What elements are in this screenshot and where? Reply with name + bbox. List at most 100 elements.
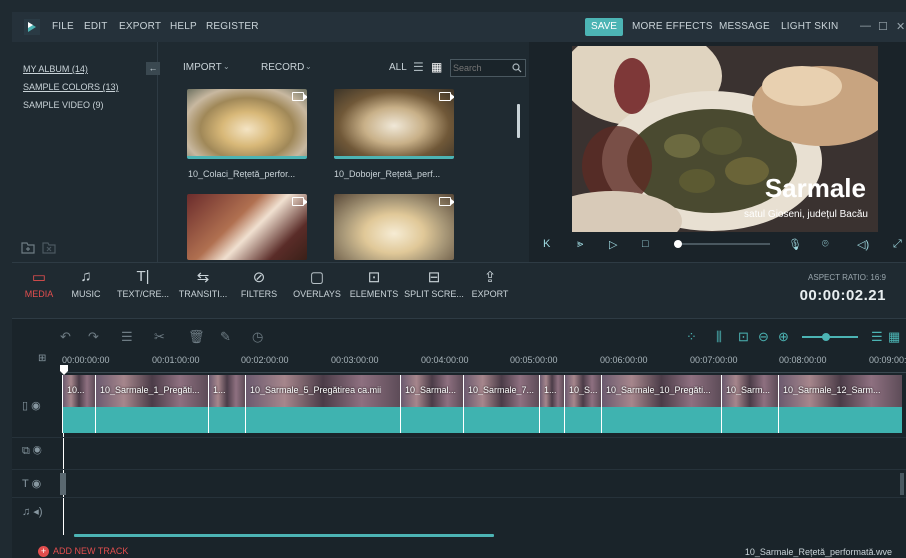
list-icon[interactable]: ☰	[871, 329, 883, 345]
redo-icon[interactable]: ↷	[88, 329, 99, 345]
tab-elements[interactable]: ⊡ ELEMENTS	[349, 268, 399, 300]
text-track-clip[interactable]	[60, 473, 66, 495]
album-item-sample-video[interactable]: SAMPLE VIDEO (9)	[23, 100, 104, 110]
menu-register[interactable]: REGISTER	[206, 21, 259, 32]
album-item-my-album[interactable]: MY ALBUM (14)	[23, 64, 88, 74]
adjust-icon[interactable]: ☰	[121, 329, 133, 345]
menu-export[interactable]: EXPORT	[119, 21, 161, 32]
timeline-clip[interactable]: 10_Sarmale_7...	[463, 375, 539, 433]
search-input[interactable]	[453, 61, 509, 75]
fit-timeline-icon[interactable]: ⊡	[738, 329, 749, 345]
record-dropdown[interactable]: RECORD	[261, 62, 304, 73]
skip-back-icon[interactable]: K	[543, 238, 550, 250]
tab-transitions[interactable]: ⇆ TRANSITI...	[175, 268, 231, 300]
save-button[interactable]: SAVE	[585, 18, 623, 36]
tab-filters[interactable]: ⊘ FILTERS	[238, 268, 280, 300]
step-forward-icon[interactable]: ⪢	[577, 238, 583, 251]
maximize-icon[interactable]: ☐	[878, 20, 888, 33]
import-dropdown[interactable]: IMPORT	[183, 62, 222, 73]
add-new-track-button[interactable]: + ADD NEW TRACK	[38, 546, 128, 557]
music-note-icon: ♫	[80, 268, 92, 285]
zoom-knob[interactable]	[822, 333, 830, 341]
delete-icon[interactable]: 🗑	[188, 329, 205, 345]
light-skin-button[interactable]: LIGHT SKIN	[781, 21, 838, 32]
timeline-ruler[interactable]	[62, 367, 906, 373]
duration-icon[interactable]: ◷	[252, 329, 263, 345]
zoom-out-icon[interactable]: ⊖	[758, 329, 769, 345]
split-screen-icon: ⊟	[427, 269, 441, 286]
stop-icon[interactable]: □	[642, 238, 649, 250]
media-library: MY ALBUM (14) SAMPLE COLORS (13) SAMPLE …	[12, 42, 529, 262]
track-divider	[12, 469, 906, 470]
media-thumb[interactable]	[187, 194, 307, 260]
preview-title-text: Sarmale	[764, 173, 866, 203]
playhead-marker[interactable]	[60, 365, 68, 375]
edit-icon[interactable]: ✎	[220, 329, 231, 345]
zoom-slider[interactable]	[802, 333, 858, 341]
audio-mixer-icon[interactable]: ⫼	[716, 329, 722, 345]
search-icon[interactable]	[512, 63, 522, 73]
tab-export[interactable]: ⇪ EXPORT	[469, 268, 511, 300]
album-item-sample-colors[interactable]: SAMPLE COLORS (13)	[23, 82, 119, 92]
timeline-clip[interactable]: 1...	[539, 375, 564, 433]
timeline-clip[interactable]: 1...	[208, 375, 245, 433]
menu-help[interactable]: HELP	[170, 21, 197, 32]
grid-icon[interactable]: ▦	[888, 329, 900, 345]
play-icon[interactable]: ▷	[609, 238, 617, 251]
chevron-down-icon: ⌄	[305, 62, 312, 71]
more-effects-button[interactable]: MORE EFFECTS	[632, 21, 713, 32]
filter-all[interactable]: ALL	[389, 62, 407, 73]
snap-icon[interactable]: ⊞	[38, 353, 46, 364]
snapshot-camera-icon[interactable]: ⌾	[822, 238, 829, 251]
message-button[interactable]: MESSAGE	[719, 21, 770, 32]
menu-file[interactable]: FILE	[52, 21, 74, 32]
render-icon[interactable]: ⁘	[686, 329, 697, 345]
timeline-clip[interactable]: 10_Sarm...	[721, 375, 778, 433]
playhead-knob[interactable]	[674, 240, 682, 248]
tab-media[interactable]: ▭ MEDIA	[22, 268, 56, 300]
grid-view-icon[interactable]: ▦	[431, 60, 442, 74]
tab-music[interactable]: ♫ MUSIC	[68, 268, 104, 300]
media-thumb-label: 10_Dobojer_Rețetă_perf...	[334, 169, 441, 179]
edit-toolbar: ▭ MEDIA ♫ MUSIC T| TEXT/CRE... ⇆ TRANSIT…	[12, 262, 906, 318]
track-divider	[12, 437, 906, 438]
cut-icon[interactable]: ✂	[154, 329, 165, 345]
library-scrollbar[interactable]	[517, 104, 520, 138]
timeline-clip[interactable]: 10_Sarmale_1_Pregăti...	[95, 375, 208, 433]
transition-icon: ⇆	[196, 269, 210, 286]
preview-panel: Sarmale satul Gioseni, județul Bacău K ⪢…	[529, 42, 906, 262]
chevron-down-icon: ⌄	[223, 62, 230, 71]
media-thumb[interactable]	[334, 194, 454, 260]
close-icon[interactable]: ✕	[896, 20, 905, 33]
microphone-icon[interactable]: 🎙	[788, 238, 802, 251]
tab-split-screen[interactable]: ⊟ SPLIT SCRE...	[402, 268, 466, 300]
timeline-clip[interactable]: 10...	[62, 375, 95, 433]
minimize-icon[interactable]: —	[860, 20, 871, 32]
aspect-ratio-label: ASPECT RATIO: 16:9	[808, 273, 886, 282]
video-camera-icon	[439, 92, 454, 101]
volume-icon[interactable]: ◁)	[857, 238, 869, 251]
zoom-in-icon[interactable]: ⊕	[778, 329, 789, 345]
timeline-scrollbar[interactable]	[74, 534, 494, 537]
fullscreen-icon[interactable]: ⤢	[893, 238, 902, 251]
media-thumb[interactable]	[334, 89, 454, 159]
timeline-clip[interactable]: 10_S...	[564, 375, 601, 433]
media-thumb[interactable]	[187, 89, 307, 159]
timeline-clip[interactable]: 10_Sarmale_12_Sarm...	[778, 375, 902, 433]
video-camera-icon	[292, 92, 307, 101]
tab-overlays[interactable]: ▢ OVERLAYS	[290, 268, 344, 300]
remove-folder-icon[interactable]	[42, 240, 56, 254]
timeline-clip[interactable]: 10_Sarmale_10_Pregăti...	[601, 375, 721, 433]
add-folder-icon[interactable]	[21, 240, 35, 254]
timeline-clip[interactable]: 10_Sarmal...	[400, 375, 463, 433]
text-icon: T|	[136, 268, 150, 285]
list-view-icon[interactable]: ☰	[413, 60, 424, 74]
track-divider	[12, 497, 906, 498]
timeline-clip[interactable]: 10_Sarmale_5_Pregătirea ca.mii	[245, 375, 400, 433]
undo-icon[interactable]: ↶	[60, 329, 71, 345]
app-logo-icon	[24, 19, 40, 35]
menu-edit[interactable]: EDIT	[84, 21, 108, 32]
playback-slider[interactable]	[674, 240, 770, 248]
collapse-arrow-icon[interactable]: ←	[146, 62, 160, 75]
tab-text[interactable]: T| TEXT/CRE...	[115, 268, 171, 300]
